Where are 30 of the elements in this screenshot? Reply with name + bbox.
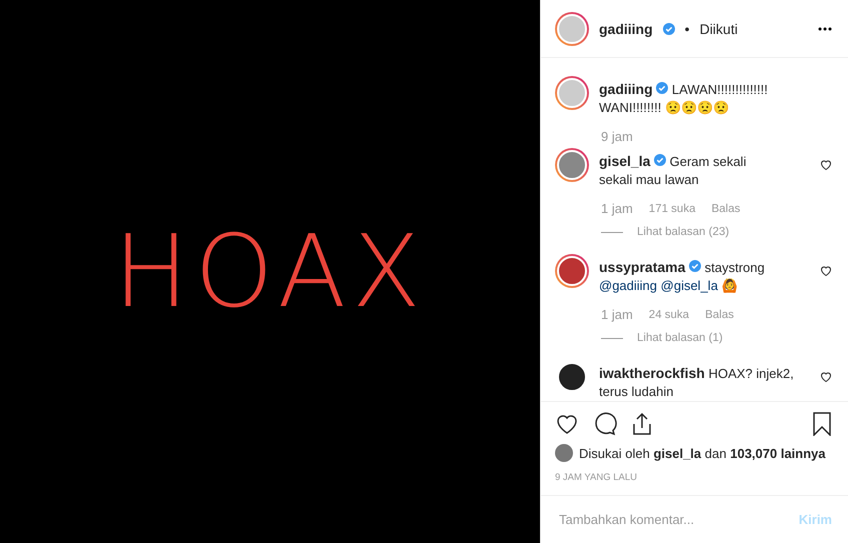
comment-text: gisel_la Geram sekali sekali mau lawan: [599, 152, 748, 190]
verified-badge-icon: [654, 154, 666, 166]
separator-dot: •: [684, 20, 690, 37]
comment-icon[interactable]: [593, 412, 617, 436]
username[interactable]: gadiiing: [599, 81, 653, 98]
heart-icon[interactable]: [820, 159, 832, 172]
avatar: [555, 444, 573, 462]
caption-text: gadiiing LAWAN!!!!!!!!!!!!!! WANI!!!!!!!! 😟😟😟😟: [599, 80, 769, 118]
heart-icon[interactable]: [820, 371, 832, 384]
heart-icon[interactable]: [820, 265, 832, 278]
more-options-icon[interactable]: [818, 26, 832, 31]
time-text: 1 jam: [601, 201, 633, 216]
verified-badge-icon: [689, 260, 702, 272]
mention-link[interactable]: @gisel_la: [660, 278, 718, 294]
likes-text: Disukai oleh gisel_la dan 103,070 lainnya: [579, 446, 826, 461]
post-timestamp: 9 JAM YANG LALU: [555, 472, 638, 484]
verified-badge-icon: [656, 82, 668, 94]
mention-link[interactable]: @gadiiing: [599, 278, 658, 294]
username[interactable]: gadiiing: [599, 20, 653, 37]
comment-text: iwaktherockfish HOAX? injek2, terus ludahin: [599, 364, 795, 402]
bookmark-icon[interactable]: [812, 412, 832, 436]
follow-status[interactable]: Diikuti: [700, 20, 738, 37]
post-graphic-text: HOAX: [113, 213, 427, 330]
username[interactable]: ussypratama: [599, 259, 686, 276]
username[interactable]: iwaktherockfish: [599, 365, 705, 382]
time-text: 1 jam: [601, 307, 633, 322]
time-text: 9 jam: [601, 129, 633, 144]
comment-text: ussypratama staystrong @gadiiing @gisel_la 🙆: [599, 258, 766, 296]
share-icon[interactable]: [631, 412, 653, 436]
username[interactable]: gisel_la: [599, 153, 650, 170]
